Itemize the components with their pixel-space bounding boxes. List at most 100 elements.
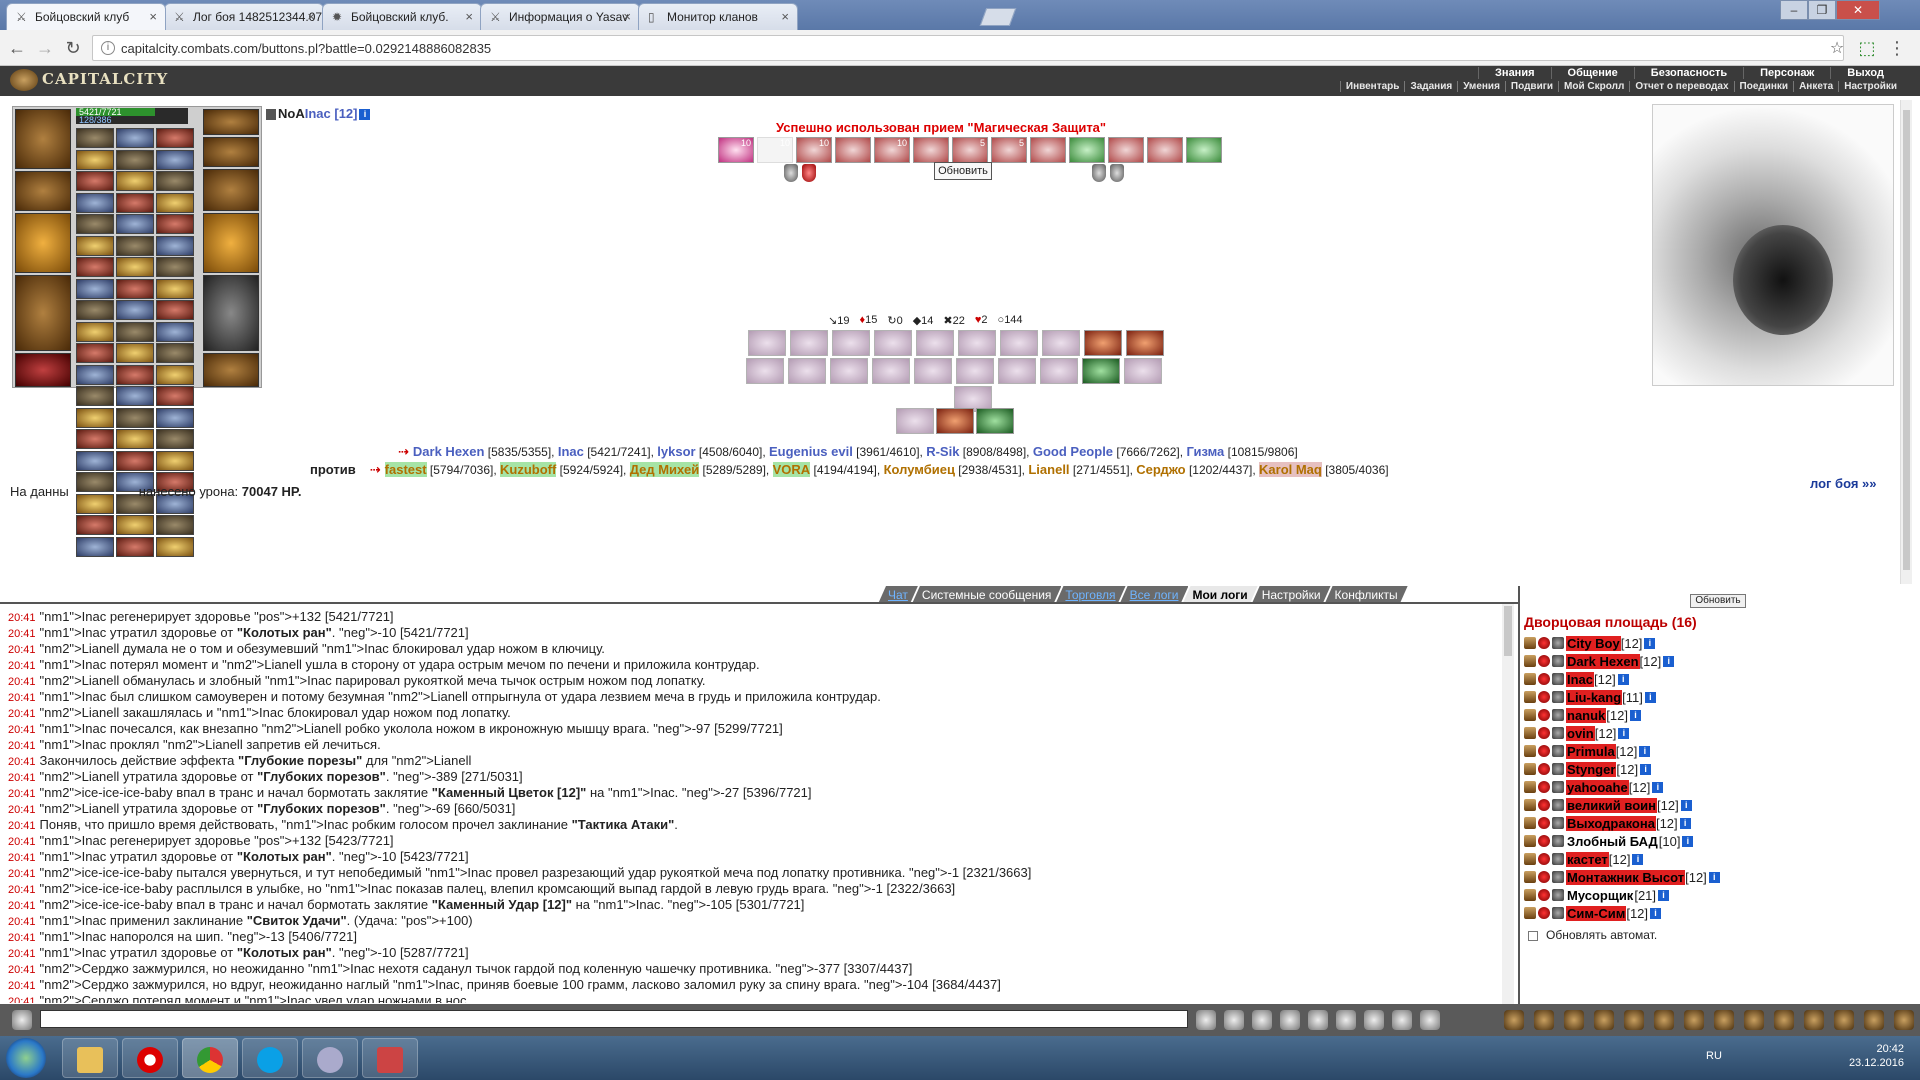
item-slot[interactable]	[156, 407, 194, 428]
info-icon[interactable]: i	[1652, 781, 1664, 793]
trick-icon[interactable]	[958, 330, 996, 356]
earring-slot[interactable]	[203, 109, 259, 135]
room-player-name[interactable]: Злобный БАД	[1566, 834, 1659, 849]
room-player-name[interactable]: Inac	[1566, 671, 1595, 687]
effect-icon[interactable]	[1147, 137, 1183, 163]
subnav-scroll[interactable]: Мой Скролл	[1558, 81, 1629, 92]
chat-tool-icon[interactable]	[1392, 1010, 1412, 1030]
trick-icon[interactable]	[916, 330, 954, 356]
item-slot[interactable]	[116, 429, 154, 449]
trick-icon[interactable]	[914, 358, 952, 384]
item-slot[interactable]	[156, 128, 194, 148]
room-player-name[interactable]: City Boy	[1566, 635, 1621, 651]
action-icon[interactable]	[1564, 1010, 1584, 1030]
subnav-settings[interactable]: Настройки	[1838, 81, 1902, 92]
room-player-name[interactable]: Сим-Сим	[1566, 905, 1627, 921]
item-slot[interactable]	[116, 515, 154, 535]
subnav-quests[interactable]: Задания	[1404, 81, 1457, 92]
room-player[interactable]: Liu-kang [11] i	[1524, 688, 1904, 706]
info-icon[interactable]: i	[1708, 871, 1720, 883]
item-slot[interactable]	[156, 214, 194, 234]
room-player-name[interactable]: Primula	[1566, 743, 1616, 759]
info-icon[interactable]: i	[101, 41, 115, 55]
room-player-name[interactable]: кастет	[1566, 851, 1609, 867]
browser-tab-3[interactable]: ✹ Бойцовский клуб. ×	[322, 3, 482, 30]
action-icon[interactable]	[1864, 1010, 1884, 1030]
item-slot[interactable]	[76, 364, 114, 385]
team-member-name[interactable]: Karol Maq	[1259, 462, 1322, 477]
info-icon[interactable]: i	[1629, 709, 1641, 721]
effect-icon[interactable]	[1186, 137, 1222, 163]
belt-slot[interactable]	[15, 353, 71, 387]
minimize-button[interactable]: –	[1780, 0, 1808, 20]
player-name[interactable]: Inac	[305, 106, 331, 121]
clock[interactable]: 20:42 23.12.2016	[1849, 1042, 1904, 1070]
boots-slot[interactable]	[203, 353, 259, 387]
item-slot[interactable]	[156, 257, 194, 277]
menu-icon[interactable]: ⋮	[1886, 37, 1908, 59]
trick-icon[interactable]	[830, 358, 868, 384]
item-slot[interactable]	[116, 450, 154, 471]
team-member-name[interactable]: Kuzuboff	[500, 462, 557, 477]
action-icon[interactable]	[1684, 1010, 1704, 1030]
item-slot[interactable]	[76, 450, 114, 471]
opera-app[interactable]	[122, 1038, 178, 1078]
chat-input[interactable]	[40, 1010, 1188, 1028]
room-player[interactable]: кастет [12] i	[1524, 850, 1904, 868]
item-slot[interactable]	[156, 515, 194, 535]
item-slot[interactable]	[116, 343, 154, 363]
browser-tab-1[interactable]: ⚔ Бойцовский клуб ×	[6, 3, 166, 30]
explorer-app[interactable]	[62, 1038, 118, 1078]
new-tab-button[interactable]	[979, 8, 1017, 26]
info-icon[interactable]: i	[1663, 655, 1675, 667]
subnav-feats[interactable]: Подвиги	[1504, 81, 1558, 92]
room-player[interactable]: Мусорщик [21] i	[1524, 886, 1904, 904]
chat-tool-icon[interactable]	[1364, 1010, 1384, 1030]
trick-icon[interactable]	[1126, 330, 1164, 356]
action-icon[interactable]	[1744, 1010, 1764, 1030]
item-slot[interactable]	[156, 192, 194, 213]
trick-icon[interactable]	[746, 358, 784, 384]
action-icon[interactable]	[1504, 1010, 1524, 1030]
item-slot[interactable]	[76, 235, 114, 256]
item-slot[interactable]	[116, 235, 154, 256]
game-client-app[interactable]	[302, 1038, 358, 1078]
url-input[interactable]: i capitalcity.combats.com/buttons.pl?bat…	[92, 35, 1844, 61]
effect-icon[interactable]	[1069, 137, 1105, 163]
item-slot[interactable]	[116, 300, 154, 320]
close-icon[interactable]: ×	[149, 9, 157, 24]
effect-icon[interactable]	[913, 137, 949, 163]
back-icon[interactable]: ←	[6, 37, 28, 59]
effect-icon[interactable]	[835, 137, 871, 163]
language-indicator[interactable]: RU	[1706, 1050, 1722, 1062]
chat-tool-icon[interactable]	[1224, 1010, 1244, 1030]
item-slot[interactable]	[116, 214, 154, 234]
effect-icon[interactable]	[1030, 137, 1066, 163]
item-slot[interactable]	[116, 128, 154, 148]
item-slot[interactable]	[116, 321, 154, 342]
nav-communication[interactable]: Общение	[1550, 67, 1634, 79]
page-scrollbar[interactable]	[1900, 100, 1912, 584]
item-slot[interactable]	[156, 321, 194, 342]
item-slot[interactable]	[76, 149, 114, 170]
chat-tool-icon[interactable]	[1420, 1010, 1440, 1030]
info-icon[interactable]: i	[1679, 817, 1691, 829]
gloves-slot[interactable]	[203, 169, 259, 211]
room-player-name[interactable]: Liu-kang	[1566, 689, 1623, 705]
item-slot[interactable]	[116, 386, 154, 406]
info-icon[interactable]: i	[1658, 889, 1670, 901]
chat-tool-icon[interactable]	[1196, 1010, 1216, 1030]
info-icon[interactable]: i	[1617, 673, 1629, 685]
team-member-name[interactable]: Lianell	[1028, 462, 1069, 477]
effect-icon[interactable]: 5	[952, 137, 988, 163]
item-slot[interactable]	[156, 364, 194, 385]
room-player[interactable]: Выходракона [12] i	[1524, 814, 1904, 832]
trick-icon[interactable]	[976, 408, 1014, 434]
item-slot[interactable]	[76, 536, 114, 557]
subnav-inventory[interactable]: Инвентарь	[1339, 81, 1405, 92]
trick-icon[interactable]	[788, 358, 826, 384]
trick-icon[interactable]	[790, 330, 828, 356]
nav-character[interactable]: Персонаж	[1743, 67, 1830, 79]
room-player-name[interactable]: великий воин	[1566, 797, 1658, 813]
trick-icon[interactable]	[748, 330, 786, 356]
